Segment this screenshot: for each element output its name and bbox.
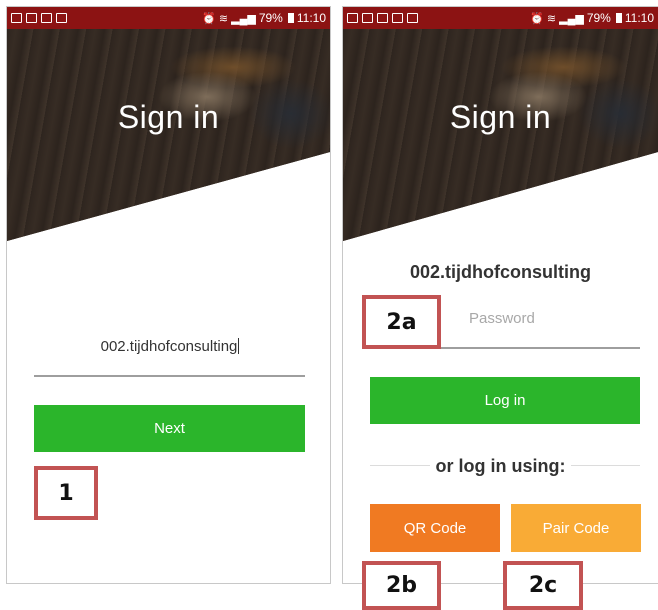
mail-notification-icon (392, 13, 403, 23)
alt-login-text: or log in using: (429, 456, 572, 476)
alt-login-heading: or log in using: (343, 456, 658, 477)
app-notification-icon (56, 13, 67, 23)
domain-input-underline (34, 375, 305, 377)
step-2b-annotation: 2b (362, 561, 441, 610)
domain-input[interactable]: 002.tijdhofconsulting (35, 338, 305, 355)
system-indicators: ⏰ ≋ ▂▄▆ 79% 11:10 (202, 11, 326, 25)
domain-input-value: 002.tijdhofconsulting (100, 338, 238, 355)
organization-name: 002.tijdhofconsulting (409, 262, 591, 282)
battery-percent: 79% (258, 11, 283, 25)
app-notification-icon (407, 13, 418, 23)
alarm-icon: ⏰ (202, 12, 216, 25)
step-2c-annotation: 2c (503, 561, 583, 610)
message-notification-icon (26, 13, 37, 23)
step-1-annotation: 1 (34, 466, 98, 520)
notification-icons (347, 13, 418, 23)
hero-image: Sign in (7, 29, 330, 241)
message-notification-icon (377, 13, 388, 23)
battery-icon (287, 13, 294, 23)
status-bar: ⏰ ≋ ▂▄▆ 79% 11:10 (7, 7, 330, 29)
password-input[interactable]: Password (469, 310, 535, 327)
page-title: Sign in (449, 99, 552, 135)
notification-icons (11, 13, 67, 23)
wifi-icon: ≋ (218, 12, 229, 25)
battery-icon (615, 13, 622, 23)
next-button[interactable]: Next (34, 405, 305, 452)
screenshot-notification-icon (347, 13, 358, 23)
pair-code-button[interactable]: Pair Code (511, 504, 641, 552)
page-title: Sign in (117, 99, 220, 135)
text-cursor (238, 338, 240, 354)
login-button[interactable]: Log in (370, 377, 640, 424)
gallery-notification-icon (11, 13, 22, 23)
qr-code-button[interactable]: QR Code (370, 504, 500, 552)
battery-percent: 79% (586, 11, 611, 25)
signal-icon: ▂▄▆ (559, 12, 584, 25)
system-indicators: ⏰ ≋ ▂▄▆ 79% 11:10 (530, 11, 654, 25)
signal-icon: ▂▄▆ (231, 12, 256, 25)
status-bar: ⏰ ≋ ▂▄▆ 79% 11:10 (343, 7, 658, 29)
alarm-icon: ⏰ (530, 12, 544, 25)
wifi-icon: ≋ (546, 12, 557, 25)
gallery-notification-icon (362, 13, 373, 23)
hero-image: Sign in (343, 29, 658, 241)
step-2a-annotation: 2a (362, 295, 441, 349)
clock: 11:10 (624, 11, 654, 25)
mail-notification-icon (41, 13, 52, 23)
clock: 11:10 (296, 11, 326, 25)
